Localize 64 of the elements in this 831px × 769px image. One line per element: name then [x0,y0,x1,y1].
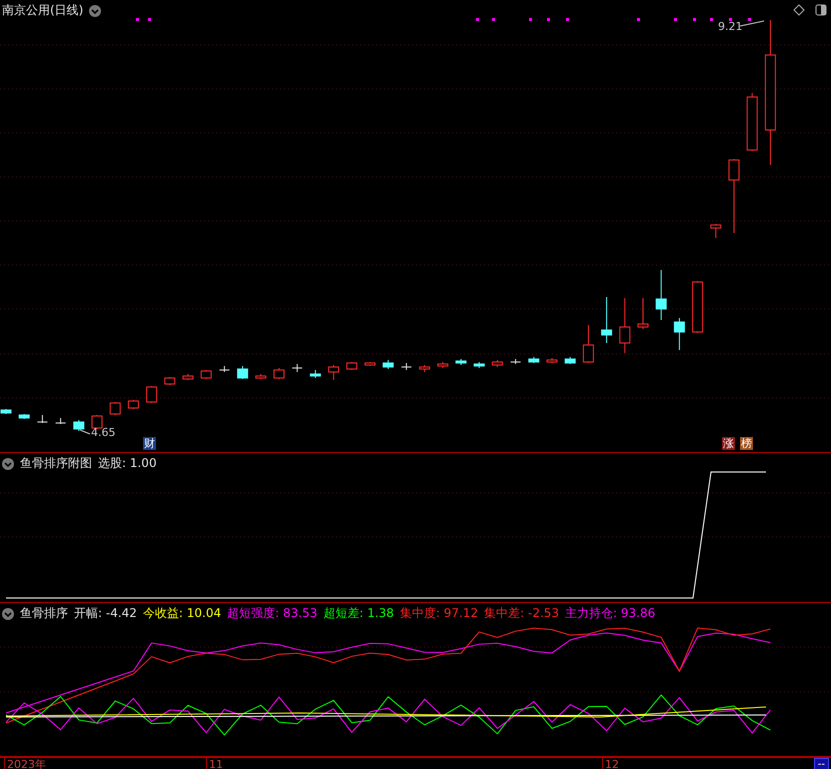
candlestick [36,414,48,424]
axis-label: 11 [206,758,223,769]
candlestick [382,360,394,370]
candlestick [546,358,558,364]
indicator-reading: 开幅: -4.42 [74,605,137,622]
candlestick [146,386,158,404]
candlestick [510,358,522,364]
indicator-reading: 选股: 1.00 [98,455,157,472]
event-badge[interactable]: 涨 [722,437,735,450]
candlestick [73,420,84,432]
candlestick [237,366,248,380]
axis-label: 12 [602,758,619,769]
event-badge[interactable]: 财 [143,437,156,450]
candlestick [619,298,630,354]
axis-label: 2023年 [4,758,46,769]
indicator-reading: 超短差: 1.38 [323,605,394,622]
candlestick [528,356,540,364]
candlestick [218,366,230,372]
indicator-reading: 今收益: 10.04 [142,605,222,622]
candlestick [128,400,139,410]
candlestick [746,92,758,152]
indicator-reading: 集中差: -2.53 [484,605,560,622]
candlestick [400,362,412,370]
candlestick [255,374,266,380]
panel-title: 鱼骨排序附图 [20,455,92,472]
candlestick [310,370,321,378]
panel-title: 鱼骨排序 [20,605,68,622]
candlestick [55,418,66,424]
high-price-label: 9.21 [718,20,742,33]
candlestick [328,364,340,380]
diamond-icon[interactable] [793,4,805,16]
candlestick [274,368,284,380]
candlestick [582,324,594,364]
event-badge[interactable]: 榜 [740,437,753,450]
candlestick [638,298,648,330]
candlestick [200,370,212,380]
candlestick [692,280,704,334]
candlestick [292,364,303,372]
corner-button[interactable]: -- [814,758,829,769]
candlestick [346,362,358,370]
leader-line [740,20,764,26]
collapse-chevron-icon[interactable] [89,4,102,16]
candlestick [564,356,576,364]
candlestick [656,270,667,320]
indicator-reading: 集中度: 97.12 [400,605,478,622]
indicator-reading: 超短强度: 83.53 [227,605,318,622]
collapse-chevron-icon[interactable] [2,458,14,470]
candlestick [601,296,612,344]
candlestick [674,318,685,350]
candlestick [710,224,722,238]
indicator-reading: 主力持仓: 93.86 [565,605,656,622]
candlestick [92,414,102,430]
leader-line [80,430,90,434]
candlestick [364,362,376,366]
collapse-chevron-icon[interactable] [2,608,14,620]
low-price-label: 4.65 [91,426,116,439]
candlestick [164,376,176,386]
candlestick [492,360,503,368]
panel-toggle-icon[interactable] [815,4,827,16]
candlestick [110,402,121,416]
candlestick [0,408,12,414]
stock-title: 南京公用(日线) [2,2,84,19]
candlestick [18,414,30,420]
candlestick [182,374,194,380]
